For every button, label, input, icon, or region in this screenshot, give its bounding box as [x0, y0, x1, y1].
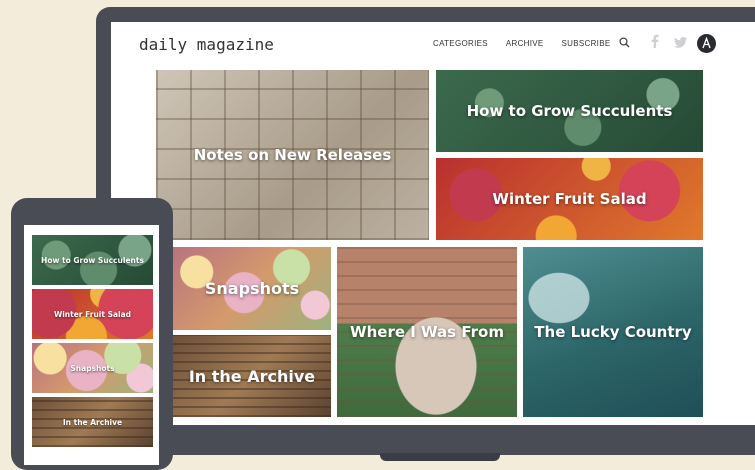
laptop-notch: [380, 453, 500, 461]
article-title: Snapshots: [204, 279, 300, 298]
article-title: In the Archive: [188, 366, 316, 386]
mobile-article-title: Snapshots: [70, 363, 115, 373]
main-nav: CATEGORIES ARCHIVE SUBSCRIBE: [433, 39, 628, 48]
laptop-screen: daily magazine CATEGORIES ARCHIVE SUBSCR…: [111, 22, 755, 425]
mobile-article-title: In the Archive: [62, 417, 123, 427]
nav-archive[interactable]: ARCHIVE: [506, 39, 544, 48]
article-tile-lucky-country[interactable]: The Lucky Country: [523, 247, 703, 417]
mobile-article-title: How to Grow Succulents: [41, 255, 144, 265]
article-title: Where I Was From: [350, 323, 504, 341]
mobile-article-succulents[interactable]: How to Grow Succulents: [32, 235, 153, 285]
article-title: Winter Fruit Salad: [492, 190, 647, 208]
article-tile-succulents[interactable]: How to Grow Succulents: [436, 70, 703, 152]
avatar-icon[interactable]: [697, 34, 716, 58]
site-logo[interactable]: daily magazine: [139, 35, 274, 54]
nav-subscribe[interactable]: SUBSCRIBE: [562, 39, 611, 48]
mobile-article-snapshots[interactable]: Snapshots: [32, 343, 153, 393]
article-title: How to Grow Succulents: [466, 102, 673, 120]
mobile-article-archive[interactable]: In the Archive: [32, 397, 153, 447]
mobile-article-title: Winter Fruit Salad: [53, 309, 132, 319]
site-header: daily magazine CATEGORIES ARCHIVE SUBSCR…: [111, 22, 755, 68]
article-tile-notes[interactable]: Notes on New Releases: [156, 70, 429, 240]
search-icon[interactable]: [619, 35, 630, 53]
phone-screen: How to Grow Succulents Winter Fruit Sala…: [24, 225, 159, 465]
article-title: The Lucky Country: [534, 323, 692, 341]
article-tile-where-i-was-from[interactable]: Where I Was From: [337, 247, 517, 417]
article-tile-fruit-salad[interactable]: Winter Fruit Salad: [436, 158, 703, 240]
mobile-article-fruit-salad[interactable]: Winter Fruit Salad: [32, 289, 153, 339]
article-tile-snapshots[interactable]: Snapshots: [173, 247, 331, 330]
article-title: Notes on New Releases: [193, 146, 392, 164]
nav-categories[interactable]: CATEGORIES: [433, 39, 488, 48]
twitter-icon[interactable]: [674, 35, 687, 53]
facebook-icon[interactable]: [651, 34, 659, 53]
article-tile-archive[interactable]: In the Archive: [173, 335, 331, 417]
